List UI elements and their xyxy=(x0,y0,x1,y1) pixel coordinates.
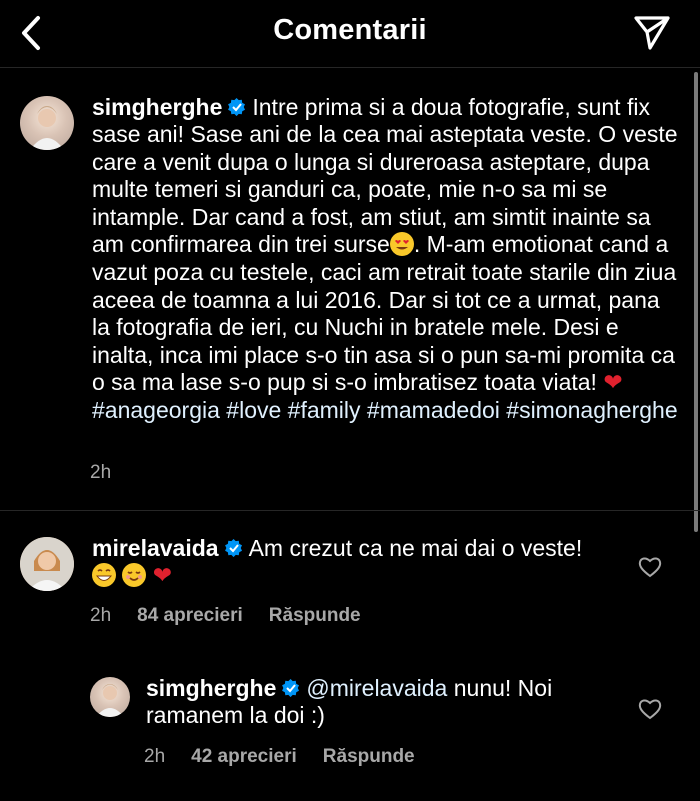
comments-header: Comentarii xyxy=(0,0,700,68)
likes-count[interactable]: 84 aprecieri xyxy=(137,605,243,626)
reply: simgherghe @mirelavaida nunu! Noi ramanem… xyxy=(146,675,616,730)
timestamp: 2h xyxy=(90,605,112,626)
red-heart-emoji: ❤ xyxy=(152,563,173,590)
comment: mirelavaida Am crezut ca ne mai dai o ves… xyxy=(92,535,622,591)
divider xyxy=(0,510,700,511)
timestamp: 2h xyxy=(90,462,112,483)
comment-meta: 2h 84 aprecieri Răspunde xyxy=(90,605,387,627)
avatar[interactable] xyxy=(20,537,74,591)
hashtag-link[interactable]: #simonagherghe xyxy=(506,397,677,423)
hashtag-link[interactable]: #anageorgia xyxy=(92,397,220,423)
hashtag-link[interactable]: #mamadedoi xyxy=(367,397,500,423)
avatar[interactable] xyxy=(20,96,74,150)
reply-username[interactable]: simgherghe xyxy=(146,675,276,701)
hashtag-link[interactable]: #love xyxy=(226,397,281,423)
post-caption: simgherghe Intre prima si a doua fotograf… xyxy=(92,94,682,425)
caption-username[interactable]: simgherghe xyxy=(92,94,222,120)
grinning-emoji xyxy=(92,563,116,590)
mention-link[interactable]: @mirelavaida xyxy=(306,675,447,701)
direct-send-icon[interactable] xyxy=(632,12,672,52)
reply-button[interactable]: Răspunde xyxy=(269,605,361,626)
timestamp: 2h xyxy=(144,746,166,767)
smiling-emoji xyxy=(122,563,147,590)
reply-meta: 2h 42 aprecieri Răspunde xyxy=(144,746,441,768)
red-heart-emoji: ❤ xyxy=(603,370,623,397)
caption-meta: 2h xyxy=(90,462,137,484)
verified-badge-icon xyxy=(224,536,243,558)
hashtag-link[interactable]: #family xyxy=(288,397,361,423)
heart-like-icon[interactable] xyxy=(638,698,662,720)
verified-badge-icon xyxy=(282,676,300,698)
heart-like-icon[interactable] xyxy=(638,556,662,578)
page-title: Comentarii xyxy=(273,14,427,46)
comment-text: Am crezut ca ne mai dai o veste! xyxy=(248,535,583,561)
reply-button[interactable]: Răspunde xyxy=(323,746,415,767)
likes-count[interactable]: 42 aprecieri xyxy=(191,746,297,767)
scrollbar[interactable] xyxy=(694,72,698,532)
heart-eyes-emoji xyxy=(389,232,414,259)
verified-badge-icon xyxy=(228,95,246,117)
avatar[interactable] xyxy=(90,677,130,717)
comment-username[interactable]: mirelavaida xyxy=(92,535,219,561)
